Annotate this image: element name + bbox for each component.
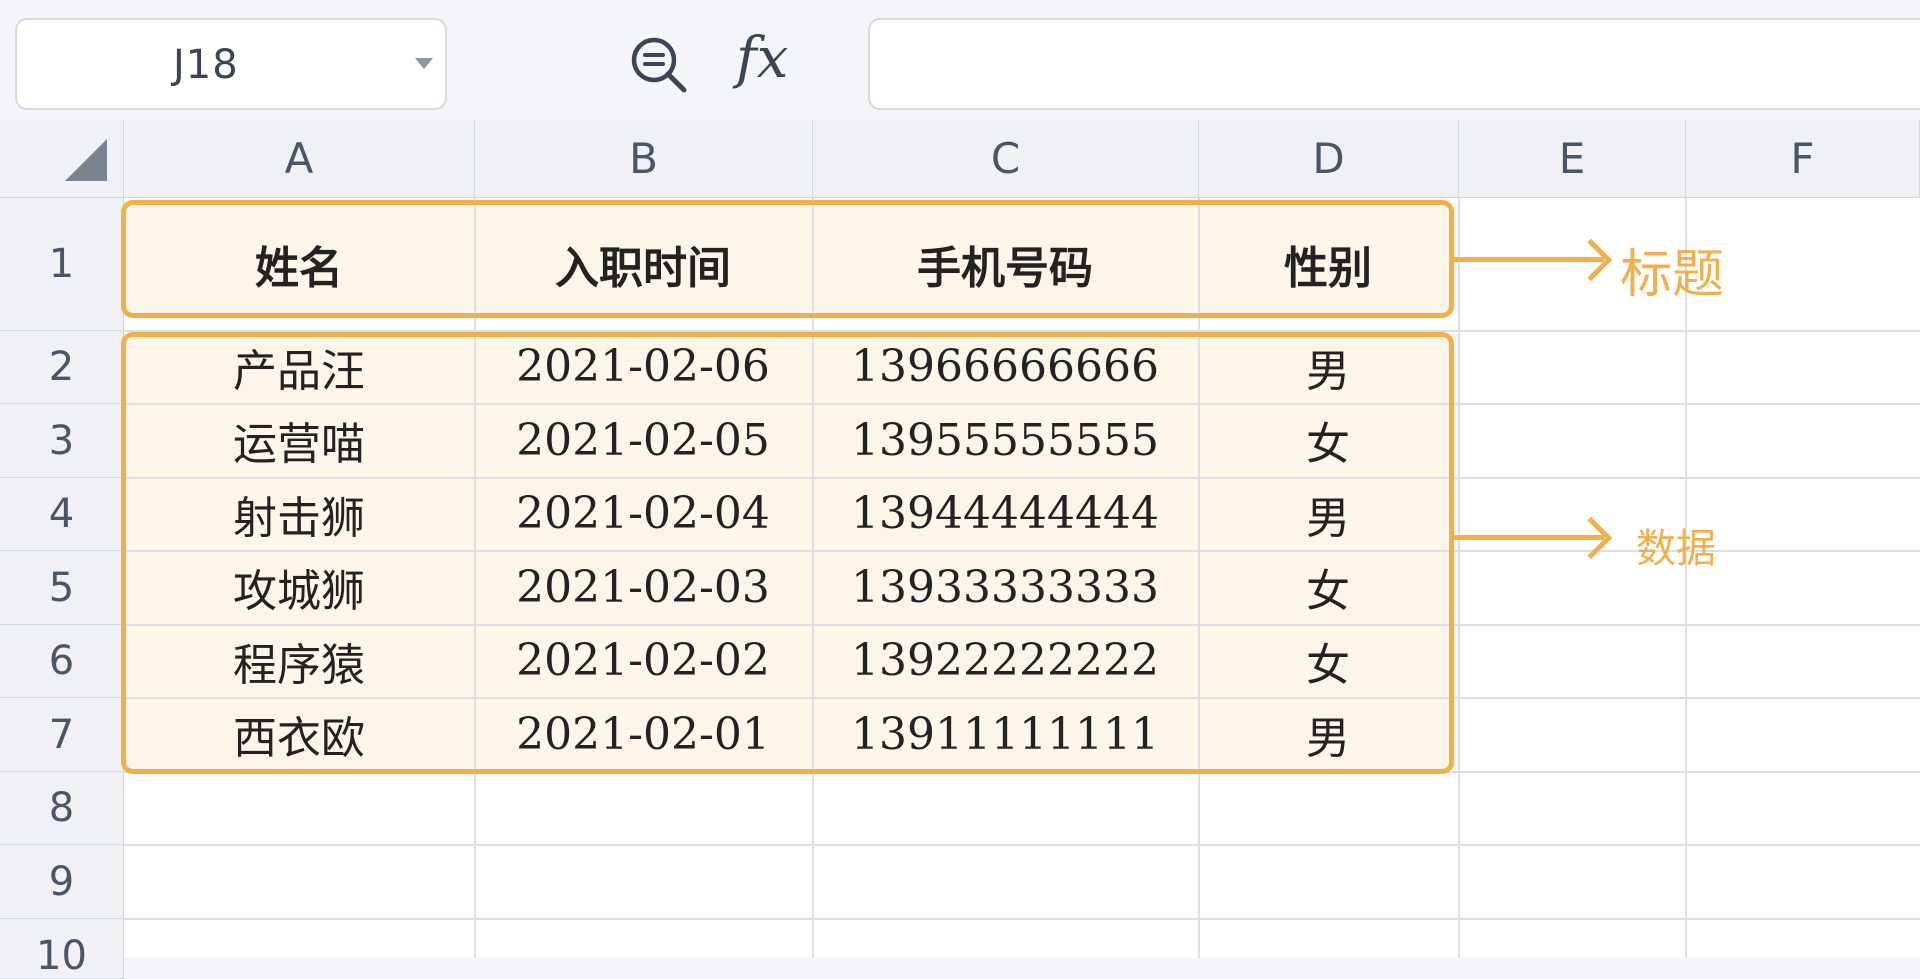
formula-toolbar: J18 fx <box>0 0 1920 120</box>
row-header-2[interactable]: 2 <box>0 331 124 404</box>
row-header-7[interactable]: 7 <box>0 698 124 772</box>
data-highlight-frame <box>121 332 1454 774</box>
row-header-6[interactable]: 6 <box>0 625 124 698</box>
arrow-right-icon <box>1569 238 1613 282</box>
row-header-4[interactable]: 4 <box>0 478 124 551</box>
fx-icon[interactable]: fx <box>736 26 788 91</box>
chevron-down-icon[interactable] <box>415 58 433 69</box>
title-highlight-frame <box>121 200 1454 318</box>
data-annotation-label: 数据 <box>1636 526 1716 572</box>
row-header-8[interactable]: 8 <box>0 772 124 845</box>
spreadsheet-grid: A B C D E F 1 2 3 4 5 6 7 8 9 10 姓名 入职时间… <box>0 120 1920 979</box>
column-header-d[interactable]: D <box>1199 120 1459 198</box>
row-header-9[interactable]: 9 <box>0 845 124 919</box>
row-header-5[interactable]: 5 <box>0 551 124 625</box>
cell-area[interactable]: 姓名 入职时间 手机号码 性别 产品汪 2021-02-06 139666666… <box>121 198 1920 958</box>
arrow-right-icon <box>1569 516 1613 560</box>
select-all-corner[interactable] <box>0 120 124 198</box>
zoom-out-icon[interactable] <box>628 34 690 96</box>
column-header-f[interactable]: F <box>1686 120 1920 198</box>
row-header-10[interactable]: 10 <box>0 919 124 979</box>
column-header-e[interactable]: E <box>1459 120 1686 198</box>
grid-line <box>124 844 1920 846</box>
name-box[interactable]: J18 <box>15 18 447 110</box>
column-header-b[interactable]: B <box>475 120 813 198</box>
column-header-a[interactable]: A <box>124 120 475 198</box>
row-header-1[interactable]: 1 <box>0 198 124 331</box>
row-header-3[interactable]: 3 <box>0 404 124 478</box>
formula-input[interactable] <box>868 18 1920 110</box>
select-all-icon <box>65 139 107 181</box>
grid-line <box>124 918 1920 920</box>
column-header-c[interactable]: C <box>813 120 1199 198</box>
name-box-value: J18 <box>173 42 239 88</box>
title-annotation-label: 标题 <box>1620 245 1725 305</box>
